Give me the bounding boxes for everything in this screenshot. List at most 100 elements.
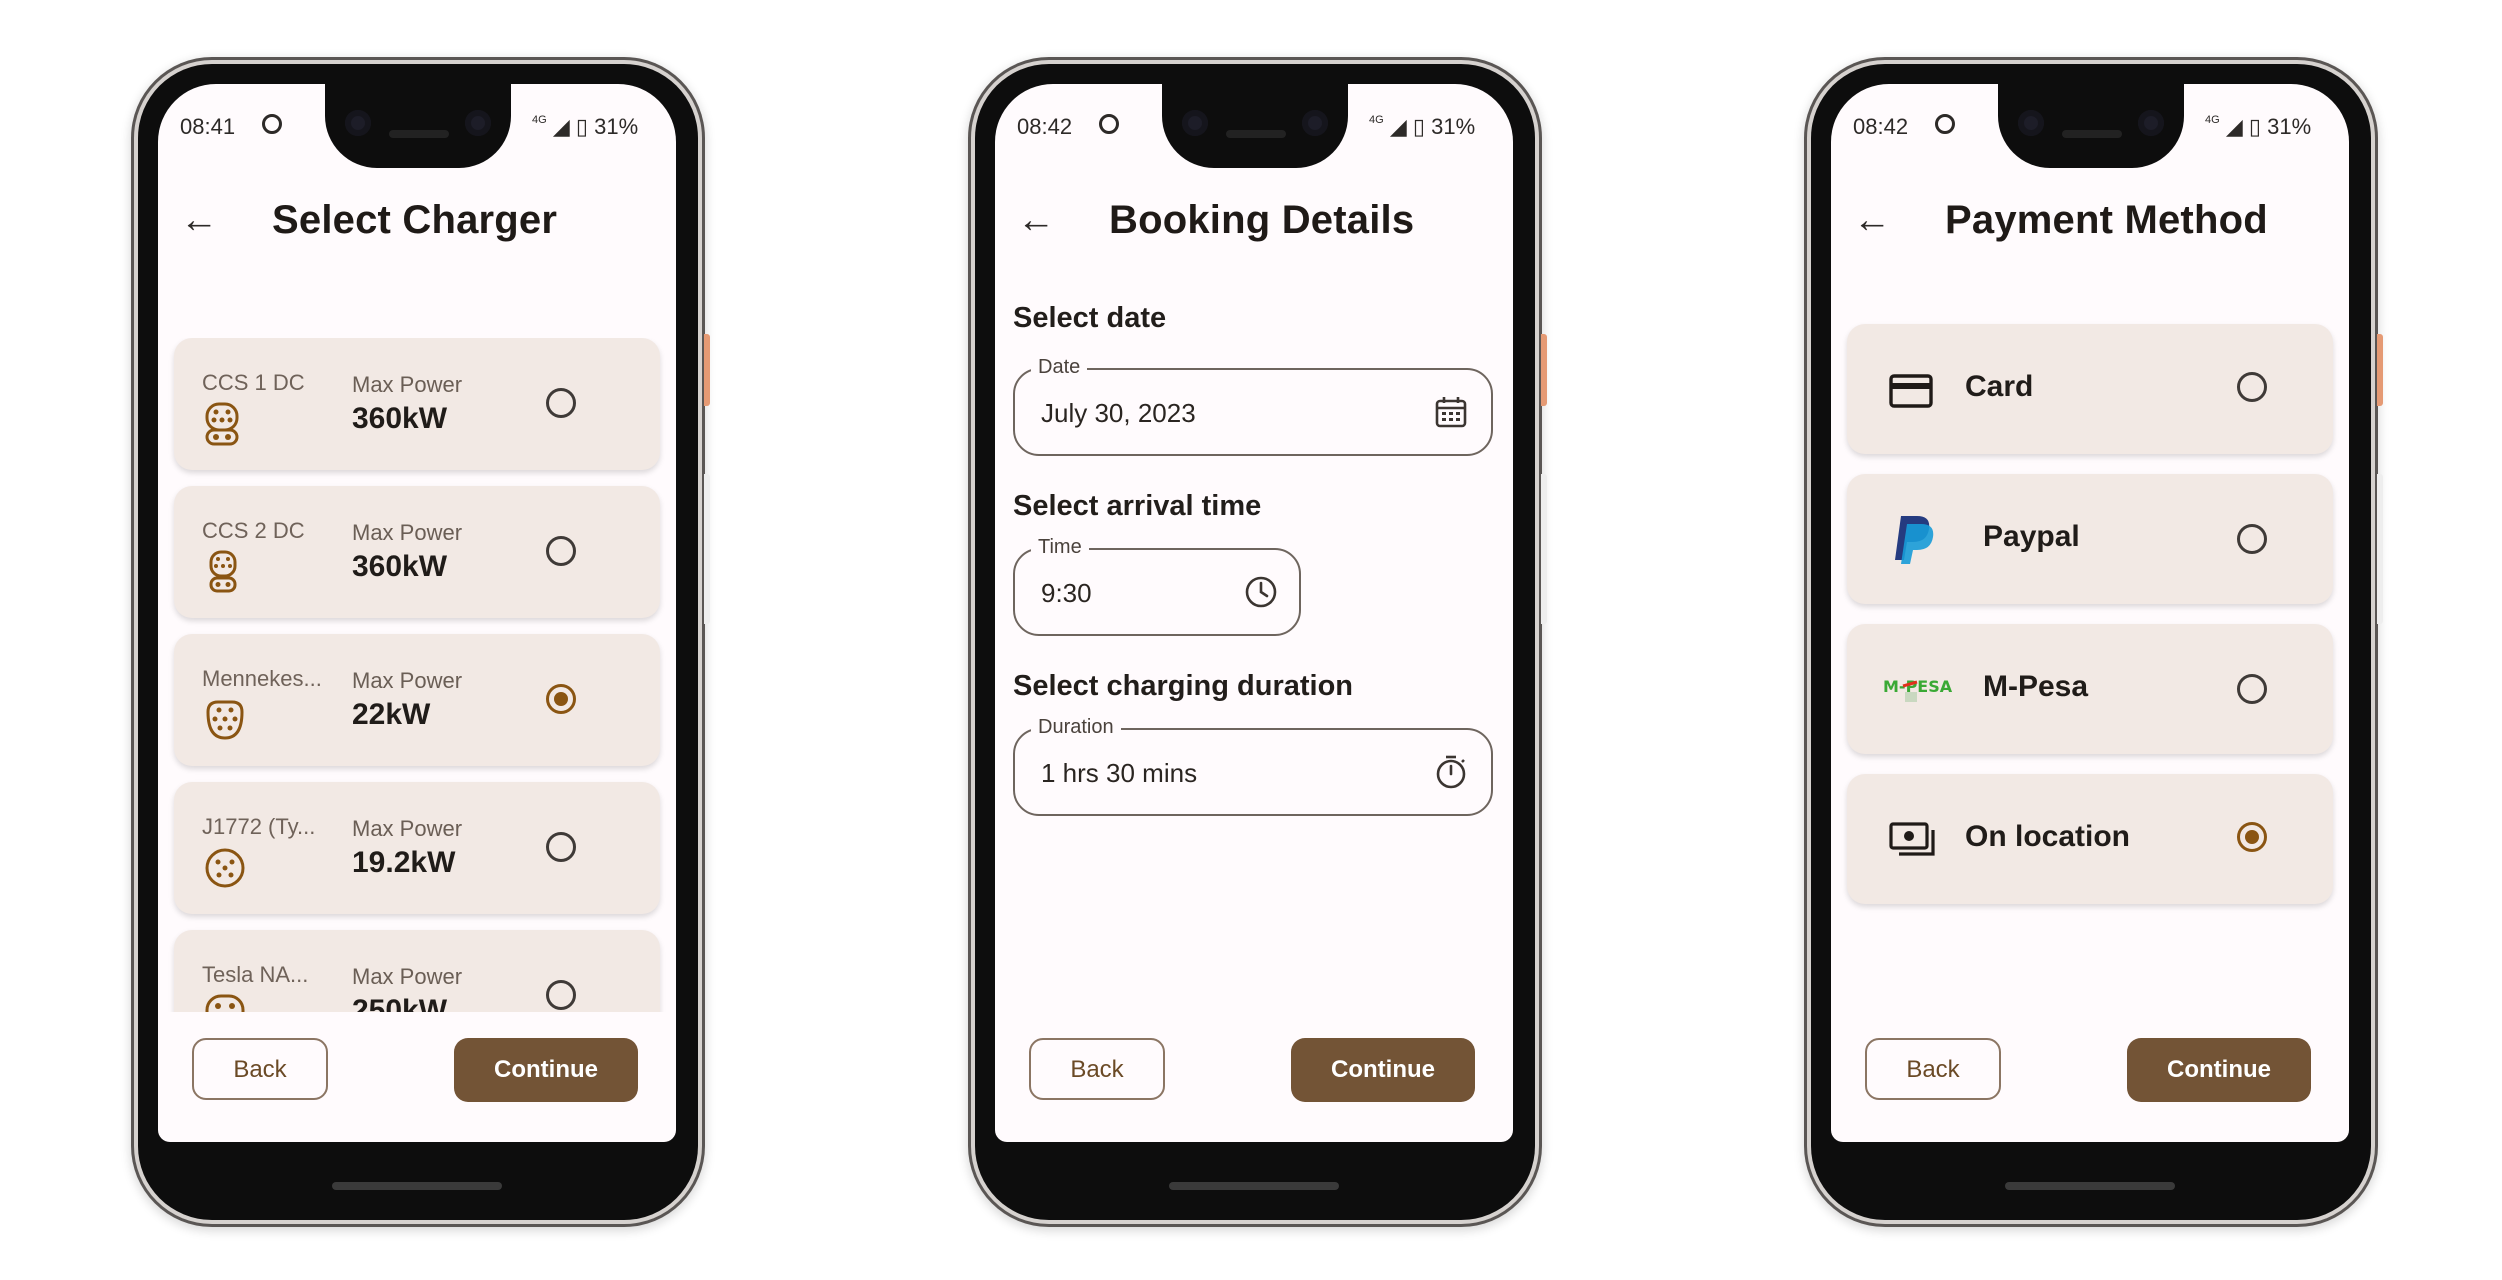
max-power-value: 250kW <box>352 994 448 1012</box>
status-time: 08:42 <box>1853 114 1909 139</box>
network-type: 4G <box>2205 114 2220 126</box>
date-field-value: July 30, 2023 <box>1041 398 1196 428</box>
page-title: Booking Details <box>1109 198 1415 242</box>
bottom-speaker <box>332 1182 502 1190</box>
select-arrival-time-label: Select arrival time <box>1013 490 1262 522</box>
max-power-label: Max Power <box>352 520 463 545</box>
duration-field-value: 1 hrs 30 mins <box>1041 758 1198 788</box>
charger-card-tesla[interactable]: Tesla NA... Max Power 250kW <box>174 930 660 1012</box>
paypal-logo-icon <box>1895 516 1934 564</box>
volume-button <box>704 474 710 624</box>
sync-status-icon <box>262 114 282 134</box>
payment-radio[interactable] <box>2237 372 2267 402</box>
back-arrow-icon[interactable]: ← <box>1853 196 1891 244</box>
status-time: 08:42 <box>1017 114 1073 139</box>
payment-radio[interactable] <box>2237 674 2267 704</box>
battery-level: 31% <box>594 114 639 139</box>
payment-radio-selected[interactable] <box>2237 822 2267 852</box>
charger-radio[interactable] <box>546 980 576 1010</box>
payment-option-label: Card <box>1965 370 2034 403</box>
power-button <box>704 334 710 406</box>
duration-field-label: Duration <box>1031 716 1121 739</box>
bottom-speaker <box>1169 1182 1339 1190</box>
max-power-value: 360kW <box>352 550 448 583</box>
charger-card-ccs1[interactable]: CCS 1 DC Max Power 360kW <box>174 338 660 470</box>
clock-icon[interactable] <box>1243 574 1279 610</box>
back-button[interactable]: Back <box>1029 1038 1165 1100</box>
continue-button[interactable]: Continue <box>2127 1038 2311 1102</box>
continue-button[interactable]: Continue <box>454 1038 638 1102</box>
earpiece <box>1226 130 1286 138</box>
bottom-speaker <box>2005 1182 2175 1190</box>
back-arrow-icon[interactable]: ← <box>180 196 218 244</box>
battery-icon: ▯ <box>1412 114 1425 139</box>
payment-option-label: On location <box>1965 820 2130 853</box>
charger-radio[interactable] <box>546 536 576 566</box>
front-camera-icon <box>345 110 371 136</box>
max-power-label: Max Power <box>352 816 463 841</box>
charger-card-ccs2[interactable]: CCS 2 DC Max Power 360kW <box>174 486 660 618</box>
date-field[interactable]: Date July 30, 2023 <box>1013 356 1493 456</box>
ccs1-plug-icon <box>205 402 239 446</box>
max-power-label: Max Power <box>352 668 463 693</box>
max-power-value: 360kW <box>352 402 448 435</box>
back-button[interactable]: Back <box>192 1038 328 1100</box>
charger-name: CCS 1 DC <box>202 370 305 395</box>
status-right: 4G ◢ ▯ 31% <box>2205 114 2345 140</box>
signal-icon: ◢ <box>552 114 570 139</box>
sync-status-icon <box>1099 114 1119 134</box>
credit-card-icon <box>1889 374 1933 408</box>
charger-list[interactable]: CCS 1 DC Max Power 360kW CCS 2 DC Max Po… <box>158 338 676 1012</box>
select-date-label: Select date <box>1013 302 1167 334</box>
earpiece <box>389 130 449 138</box>
network-type: 4G <box>1369 114 1384 126</box>
charger-name: CCS 2 DC <box>202 518 305 543</box>
charger-card-j1772[interactable]: J1772 (Ty... Max Power 19.2kW <box>174 782 660 914</box>
screen-booking-details: 08:42 4G ◢ ▯ 31% ← Booking Details Selec… <box>995 84 1513 1142</box>
continue-button[interactable]: Continue <box>1291 1038 1475 1102</box>
battery-level: 31% <box>2267 114 2312 139</box>
date-field-label: Date <box>1031 356 1088 379</box>
timer-icon[interactable] <box>1433 754 1469 790</box>
page-title: Payment Method <box>1945 198 2268 242</box>
app-bar: ← Select Charger <box>158 184 676 264</box>
payment-radio[interactable] <box>2237 524 2267 554</box>
calendar-icon[interactable] <box>1433 394 1469 430</box>
screen-select-charger: 08:41 4G ◢ ▯ 31% ← Select Charger CCS 1 … <box>158 84 676 1142</box>
battery-icon: ▯ <box>575 114 588 139</box>
power-button <box>1541 334 1547 406</box>
time-field-label: Time <box>1031 536 1089 559</box>
payment-option-card[interactable]: Card <box>1847 324 2333 454</box>
camera-notch <box>1162 84 1348 168</box>
camera-notch <box>325 84 511 168</box>
signal-icon: ◢ <box>1389 114 1407 139</box>
phone-frame-select-charger: 08:41 4G ◢ ▯ 31% ← Select Charger CCS 1 … <box>138 64 710 1220</box>
charger-name: J1772 (Ty... <box>202 814 316 839</box>
mpesa-logo-icon: M-PESA <box>1883 677 1953 702</box>
charger-radio[interactable] <box>546 388 576 418</box>
time-field[interactable]: Time 9:30 <box>1013 536 1301 636</box>
max-power-label: Max Power <box>352 964 463 989</box>
back-button[interactable]: Back <box>1865 1038 2001 1100</box>
duration-field[interactable]: Duration 1 hrs 30 mins <box>1013 716 1493 816</box>
time-field-value: 9:30 <box>1041 578 1092 608</box>
max-power-label: Max Power <box>352 372 463 397</box>
sync-status-icon <box>1935 114 1955 134</box>
front-camera-icon <box>2018 110 2044 136</box>
back-arrow-icon[interactable]: ← <box>1017 196 1055 244</box>
tesla-plug-icon <box>205 994 245 1012</box>
app-bar: ← Booking Details <box>995 184 1513 264</box>
front-camera-icon <box>1302 110 1328 136</box>
payment-option-label: M-Pesa <box>1983 670 2089 703</box>
app-bar: ← Payment Method <box>1831 184 2349 264</box>
earpiece <box>2062 130 2122 138</box>
charger-name: Tesla NA... <box>202 962 309 987</box>
max-power-value: 22kW <box>352 698 431 731</box>
charger-radio[interactable] <box>546 832 576 862</box>
payment-option-on-location[interactable]: On location <box>1847 774 2333 904</box>
charger-radio-selected[interactable] <box>546 684 576 714</box>
payment-option-paypal[interactable]: Paypal <box>1847 474 2333 604</box>
volume-button <box>2377 474 2383 624</box>
payment-option-mpesa[interactable]: M-PESA M-Pesa <box>1847 624 2333 754</box>
charger-card-mennekes[interactable]: Mennekes... Max Power 22kW <box>174 634 660 766</box>
